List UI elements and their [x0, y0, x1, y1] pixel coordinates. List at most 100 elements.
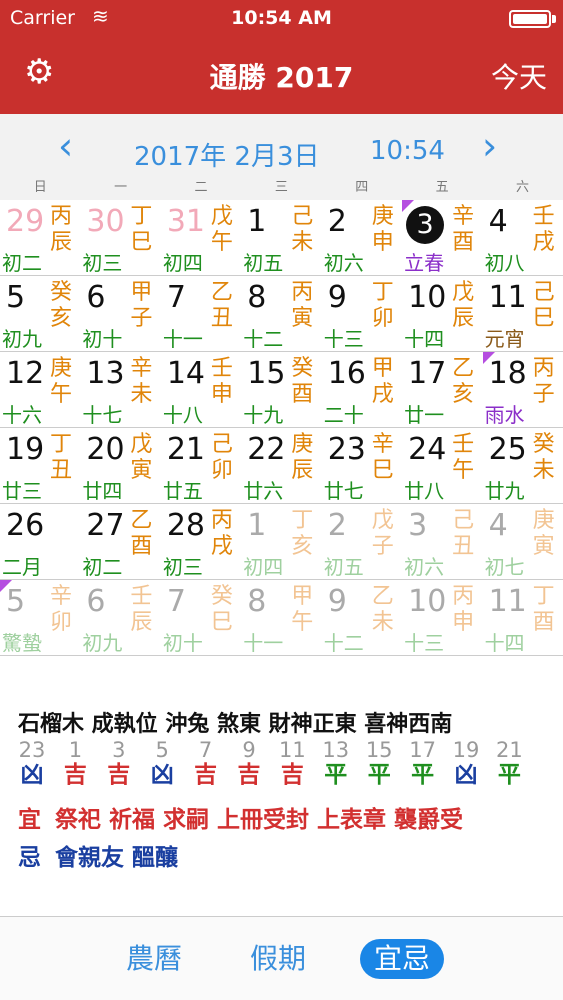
day-number: 5: [6, 280, 26, 315]
ganzhi-label: 丙辰: [50, 204, 73, 255]
weekday-label: 二: [194, 180, 208, 195]
calendar-day-cell[interactable]: 14 壬申 十八: [161, 352, 241, 428]
day-number: 9: [327, 280, 347, 315]
day-number: 12: [6, 356, 45, 391]
calendar-day-cell[interactable]: 28 丙戌 初三: [161, 504, 241, 580]
day-number: 1: [247, 508, 267, 543]
calendar-day-cell[interactable]: 31 戊午 初四: [161, 200, 241, 276]
calendar-day-cell[interactable]: 5 辛卯 驚蟄: [0, 580, 80, 656]
tab-holidays[interactable]: 假期: [250, 939, 306, 979]
calendar-day-cell[interactable]: 2 戊子 初五: [322, 504, 402, 580]
day-number: 7: [166, 584, 186, 619]
hour-fortune: 21 平: [491, 738, 527, 788]
calendar-day-cell[interactable]: 25 癸未 廿九: [483, 428, 563, 504]
calendar-day-cell[interactable]: 5 癸亥 初九: [0, 276, 80, 352]
day-number: 18: [488, 356, 527, 391]
date-header: ‹ 2017年 2月3日 10:54 ›: [0, 114, 563, 180]
ganzhi-label: 辛巳: [371, 432, 394, 483]
day-number: 13: [86, 356, 125, 391]
ganzhi-label: 甲午: [291, 584, 314, 635]
hour-verdict: 凶: [20, 762, 44, 788]
calendar-day-cell[interactable]: 22 庚辰 廿六: [241, 428, 321, 504]
hour-verdict: 平: [324, 762, 348, 788]
tab-auspicious[interactable]: 宜忌: [360, 939, 445, 979]
ganzhi-label: 丁丑: [50, 432, 73, 483]
calendar-day-cell[interactable]: 10 戊辰 十四: [402, 276, 482, 352]
lunar-date-label: 初九: [2, 327, 42, 351]
hour-verdict: 平: [367, 762, 391, 788]
calendar-day-cell[interactable]: 9 丁卯 十三: [322, 276, 402, 352]
day-number: 27: [86, 508, 125, 543]
lunar-date-label: 廿七: [323, 479, 364, 503]
lunar-date-label: 初二: [82, 555, 123, 579]
day-summary: 石榴木 成執位 沖兔 煞東 財神正東 喜神西南: [18, 712, 453, 737]
calendar-day-cell[interactable]: 7 乙丑 十一: [161, 276, 241, 352]
calendar-day-cell[interactable]: 26 二月: [0, 504, 80, 580]
calendar-day-cell[interactable]: 2 庚申 初六: [322, 200, 402, 276]
day-number: 25: [488, 432, 527, 467]
previous-month-chevron-icon[interactable]: ‹: [58, 126, 73, 166]
ganzhi-label: 乙亥: [452, 356, 475, 407]
lunar-date-label: 十四: [404, 327, 445, 351]
calendar-day-cell[interactable]: 17 乙亥 廿一: [402, 352, 482, 428]
next-month-chevron-icon[interactable]: ›: [482, 126, 497, 166]
calendar-day-cell[interactable]: 4 庚寅 初七: [483, 504, 563, 580]
calendar-day-cell[interactable]: 9 乙未 十二: [322, 580, 402, 656]
ganzhi-label: 丁亥: [291, 508, 314, 559]
ganzhi-label: 丙申: [452, 584, 475, 635]
day-number: 10: [408, 584, 447, 619]
calendar-day-cell[interactable]: 29 丙辰 初二: [0, 200, 80, 276]
calendar-day-cell[interactable]: 12 庚午 十六: [0, 352, 80, 428]
hour-fortune: 19 凶: [448, 738, 484, 788]
day-number: 2: [327, 204, 347, 239]
hour-verdict: 吉: [280, 762, 304, 788]
calendar-day-cell[interactable]: 6 壬辰 初九: [80, 580, 160, 656]
calendar-day-cell[interactable]: 7 癸巳 初十: [161, 580, 241, 656]
ganzhi-label: 庚申: [371, 204, 394, 255]
calendar-day-cell[interactable]: 3 辛酉 立春: [402, 200, 482, 276]
calendar-day-cell[interactable]: 21 己卯 廿五: [161, 428, 241, 504]
lunar-date-label: 初三: [162, 555, 203, 579]
selected-date[interactable]: 2017年 2月3日: [134, 136, 320, 173]
tab-lunar[interactable]: 農曆: [126, 939, 182, 979]
day-number: 14: [166, 356, 206, 391]
calendar-day-cell[interactable]: 8 甲午 十一: [241, 580, 321, 656]
calendar-day-cell[interactable]: 6 甲子 初十: [80, 276, 160, 352]
lunar-date-label: 初六: [404, 555, 445, 579]
calendar-day-cell[interactable]: 15 癸酉 十九: [241, 352, 321, 428]
lunar-date-label: 二十: [323, 403, 364, 427]
calendar-day-cell[interactable]: 27 乙酉 初二: [80, 504, 160, 580]
day-number: 7: [166, 280, 186, 315]
battery-nub: [552, 15, 556, 23]
calendar-day-cell[interactable]: 19 丁丑 廿三: [0, 428, 80, 504]
calendar-day-cell[interactable]: 1 己未 初五: [241, 200, 321, 276]
hour-fortune: 7吉: [188, 738, 224, 788]
calendar-day-cell[interactable]: 11 丁酉 十四: [483, 580, 563, 656]
calendar-day-cell[interactable]: 8 丙寅 十二: [241, 276, 321, 352]
calendar-day-cell[interactable]: 11 己巳 元宵: [483, 276, 563, 352]
calendar-day-cell[interactable]: 18 丙子 雨水: [482, 352, 563, 428]
calendar-day-cell[interactable]: 30 丁巳 初三: [80, 200, 160, 276]
day-number: 4: [488, 204, 508, 239]
lunar-date-label: 廿五: [162, 479, 203, 503]
weekday-label: 四: [355, 180, 369, 195]
lunar-date-label: 初七: [484, 555, 525, 579]
calendar-day-cell[interactable]: 13 辛未 十七: [80, 352, 160, 428]
calendar-day-cell[interactable]: 23 辛巳 廿七: [322, 428, 402, 504]
ganzhi-label: 庚午: [50, 356, 73, 407]
lunar-date-label: 初五: [243, 251, 284, 275]
day-number: 28: [166, 508, 206, 543]
ganzhi-label: 癸酉: [291, 356, 314, 407]
hour-number: 13: [322, 738, 350, 762]
calendar-day-cell[interactable]: 20 戊寅 廿四: [80, 428, 160, 504]
calendar-day-cell[interactable]: 24 壬午 廿八: [402, 428, 482, 504]
hour-number: 5: [155, 738, 169, 762]
calendar-day-cell[interactable]: 4 壬戌 初八: [483, 200, 563, 276]
calendar-day-cell[interactable]: 1 丁亥 初四: [241, 504, 321, 580]
calendar-day-cell[interactable]: 10 丙申 十三: [402, 580, 482, 656]
ganzhi-label: 癸未: [532, 432, 555, 483]
today-button[interactable]: 今天: [491, 56, 547, 96]
calendar-day-cell[interactable]: 16 甲戌 二十: [322, 352, 402, 428]
calendar-day-cell[interactable]: 3 己丑 初六: [402, 504, 482, 580]
hour-verdict: 吉: [63, 762, 87, 788]
